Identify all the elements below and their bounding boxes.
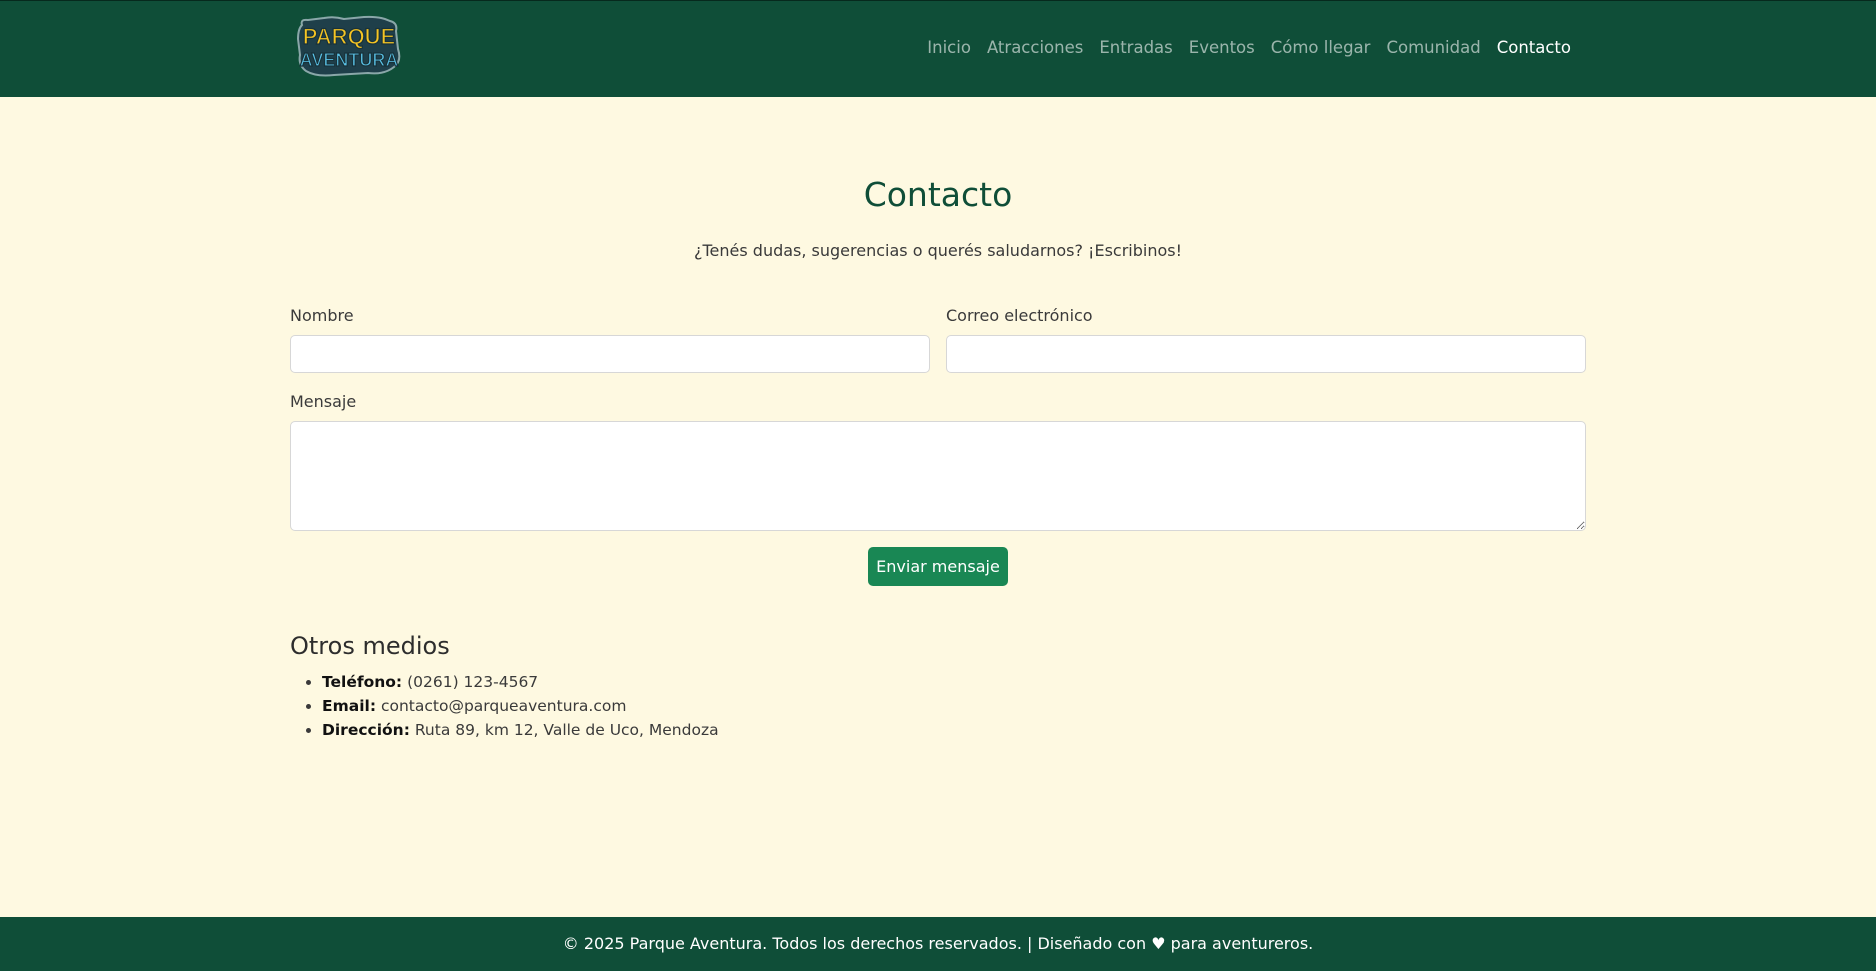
email-contact-label: Email: [322,697,377,715]
parque-aventura-logo-icon: PARQUE AVENTURA [296,15,401,77]
nav-item-inicio[interactable]: Inicio [919,38,979,57]
page-title: Contacto [863,175,1013,214]
name-label: Nombre [290,306,354,325]
email-label: Correo electrónico [946,306,1093,325]
phone-label: Teléfono: [322,673,403,691]
name-input[interactable] [290,335,930,373]
page-subtitle: ¿Tenés dudas, sugerencias o querés salud… [693,241,1182,260]
main-nav: Inicio Atracciones Entradas Eventos Cómo… [919,38,1579,57]
nav-item-entradas[interactable]: Entradas [1091,38,1180,57]
nav-item-contacto[interactable]: Contacto [1489,38,1579,57]
list-item: Teléfono: (0261) 123-4567 [322,670,719,694]
phone-value: (0261) 123-4567 [407,673,539,691]
svg-text:PARQUE: PARQUE [303,24,396,49]
nav-item-como-llegar[interactable]: Cómo llegar [1263,38,1379,57]
nav-item-eventos[interactable]: Eventos [1181,38,1263,57]
address-label: Dirección: [322,721,410,739]
list-item: Dirección: Ruta 89, km 12, Valle de Uco,… [322,718,719,742]
send-message-button[interactable]: Enviar mensaje [868,547,1008,586]
message-textarea[interactable] [290,421,1586,531]
list-item: Email: contacto@parqueaventura.com [322,694,719,718]
email-contact-value: contacto@parqueaventura.com [380,697,627,715]
site-footer: © 2025 Parque Aventura. Todos los derech… [0,917,1876,971]
footer-text: © 2025 Parque Aventura. Todos los derech… [562,934,1314,953]
site-logo[interactable]: PARQUE AVENTURA [294,15,404,79]
nav-item-atracciones[interactable]: Atracciones [979,38,1091,57]
nav-item-comunidad[interactable]: Comunidad [1378,38,1488,57]
message-label: Mensaje [290,392,357,411]
svg-text:AVENTURA: AVENTURA [300,50,399,70]
address-value: Ruta 89, km 12, Valle de Uco, Mendoza [414,721,719,739]
other-contact-list: Teléfono: (0261) 123-4567 Email: contact… [290,670,719,742]
other-contact-heading: Otros medios [290,632,450,660]
email-input[interactable] [946,335,1586,373]
top-navbar: PARQUE AVENTURA Inicio Atracciones Entra… [0,0,1876,97]
